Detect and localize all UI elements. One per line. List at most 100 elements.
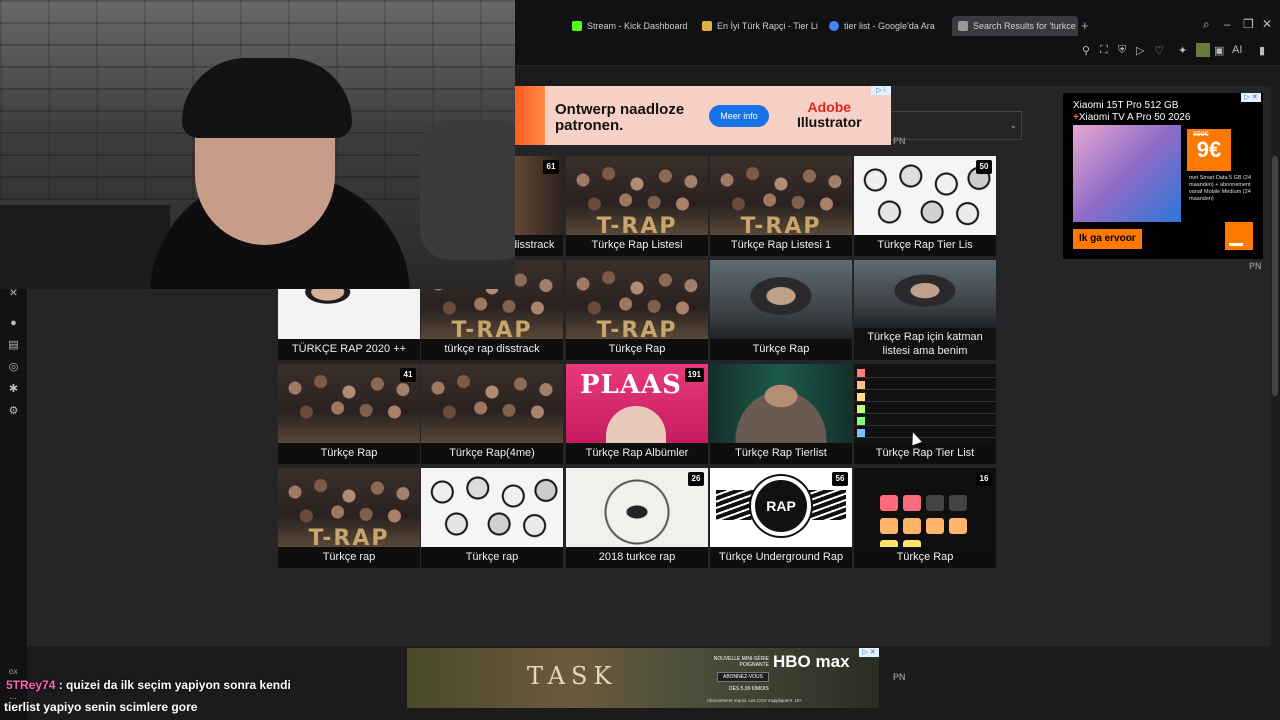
tiermaker-icon [702, 21, 712, 31]
play-icon[interactable]: ▷ [1136, 44, 1144, 57]
card-title: Türkçe Rap(4me) [421, 443, 563, 464]
sort-select[interactable]: ⌄ [891, 111, 1022, 140]
chat-separator: : [55, 678, 67, 692]
chat-text: quizei da ilk seçim yapiyon sonra kendi [66, 678, 291, 692]
adchoices-icon[interactable]: ▷ ✕ [1241, 93, 1261, 102]
thumbnail [710, 364, 852, 444]
thumbnail [421, 468, 563, 548]
ad-headline: Ontwerp naadloze patronen. [555, 101, 685, 134]
thumb-text: T-RAP [451, 318, 533, 343]
ad-xiaomi[interactable]: Xiaomi 15T Pro 512 GB +Xiaomi TV A Pro 5… [1063, 93, 1263, 259]
ad-old-price: 899€ [1193, 131, 1209, 138]
result-card[interactable]: RAP 56 Türkçe Underground Rap [710, 468, 852, 568]
item-count-badge: 61 [543, 160, 559, 174]
result-card[interactable]: T-RAP Türkçe rap [278, 468, 420, 568]
ad-small-print: met Smart Data 5 GB (24 maanden) + abonn… [1189, 175, 1252, 202]
heart-icon[interactable]: ♡ [1154, 44, 1164, 57]
ad-title-1: Xiaomi 15T Pro 512 GB [1073, 100, 1179, 111]
ad-tagline: NOUVELLE MINI-SÉRIE POIGNANTE [713, 656, 769, 668]
shield-icon[interactable]: ⛨ [1118, 44, 1126, 57]
tab-search-results[interactable]: Search Results for 'turkce [952, 16, 1078, 36]
ad-subscribe-button[interactable]: ABONNEZ-VOUS [717, 672, 769, 682]
ad-more-info-button[interactable]: Meer info [709, 105, 769, 127]
thumbnail [421, 364, 563, 444]
wallet-icon[interactable]: ▣ [1214, 44, 1224, 57]
chat-username: 5TRey74 [6, 678, 56, 692]
result-card[interactable]: 41 Türkçe Rap [278, 364, 420, 464]
ad-cta-button[interactable]: Ik ga ervoor [1073, 229, 1142, 249]
result-card[interactable]: Türkçe rap [421, 468, 563, 568]
chat-badge: GX [9, 670, 18, 676]
thumbnail: T-RAP [710, 156, 852, 239]
tab-tier-list-rappers[interactable]: En İyi Türk Rapçi - Tier Lis [702, 16, 818, 36]
result-card[interactable]: Türkçe Rap [710, 260, 852, 360]
pn-mark: PN [893, 672, 906, 682]
result-card[interactable]: Türkçe Rap Tierlist [710, 364, 852, 464]
kick-icon [572, 21, 582, 31]
result-card[interactable]: 50 Türkçe Rap Tier Lis [854, 156, 996, 256]
new-tab-button[interactable]: + [1081, 18, 1089, 33]
result-card[interactable]: Türkçe Rap için katman listesi ama benim [854, 260, 996, 360]
result-card[interactable]: 16 Türkçe Rap [854, 468, 996, 568]
close-icon[interactable]: ✕ [1262, 17, 1272, 31]
card-title: 2018 turkce rap [566, 547, 708, 568]
minimize-icon[interactable]: – [1224, 17, 1231, 31]
card-title: Türkçe Rap Tier Lis [854, 235, 996, 256]
streamer-cap [182, 58, 352, 138]
spotify-icon[interactable]: ● [7, 317, 20, 330]
ad-title: TASK [527, 662, 618, 690]
item-count-badge: 191 [684, 368, 704, 382]
thumb-face [606, 406, 666, 446]
scrollbar[interactable] [1270, 86, 1280, 646]
chat-overlay: GX 5TRey74 : quizei da ilk seçim yapiyon… [0, 668, 400, 720]
twitch-icon[interactable]: ▤ [7, 339, 20, 352]
history-icon[interactable]: ✱ [7, 383, 20, 396]
thumb-text: T-RAP [596, 318, 678, 343]
tab-google-search[interactable]: tier list - Google'da Ara [829, 16, 945, 36]
result-card[interactable]: T-RAP Türkçe Rap [566, 260, 708, 360]
orange-logo-icon [1225, 222, 1253, 250]
result-card[interactable]: Türkçe Rap Tier List [854, 364, 996, 464]
result-card[interactable]: T-RAP Türkçe Rap Listesi 1 [710, 156, 852, 256]
thumbnail: T-RAP [566, 156, 708, 239]
adchoices-icon[interactable]: ▷ ⁝ [871, 86, 891, 95]
chat-message-line2: tierlist yapiyo senin scimlere gore [4, 700, 198, 714]
search-icon[interactable]: ⌕ [1203, 17, 1210, 32]
thumbnail [566, 468, 708, 548]
settings-icon[interactable]: ⚙ [7, 405, 20, 418]
messenger-icon[interactable]: ◎ [7, 361, 20, 374]
wing-left [716, 490, 756, 520]
ad-brand: Adobe Illustrator [797, 100, 862, 130]
extension-icon[interactable]: ✦ [1178, 44, 1187, 57]
snapshot-icon[interactable]: ⛶ [1100, 44, 1108, 57]
result-card[interactable]: 26 2018 turkce rap [566, 468, 708, 568]
pn-mark: PN [893, 136, 906, 146]
pin-icon[interactable]: ⚲ [1082, 44, 1090, 57]
sidebar-toggle-icon[interactable]: ▮ [1259, 44, 1265, 57]
result-card[interactable]: T-RAP Türkçe Rap Listesi [566, 156, 708, 256]
tab-kick-dashboard[interactable]: Stream - Kick Dashboard [572, 16, 694, 36]
card-title: TÜRKÇE RAP 2020 ++ [278, 339, 420, 360]
ai-icon[interactable]: AI [1232, 44, 1242, 56]
ad-hbo-max[interactable]: TASK NOUVELLE MINI-SÉRIE POIGNANTE HBO m… [407, 648, 879, 708]
card-title: Türkçe Rap için katman listesi ama benim [854, 328, 996, 360]
thumbnail [854, 364, 996, 444]
card-title: Türkçe Rap Tier List [854, 443, 996, 464]
card-title: Türkçe rap [421, 547, 563, 568]
adchoices-icon[interactable]: ▷ ✕ [859, 648, 879, 657]
tab-label: En İyi Türk Rapçi - Tier Lis [717, 21, 818, 31]
logo-circle: RAP [751, 476, 811, 536]
maximize-icon[interactable]: ❐ [1243, 17, 1254, 31]
page-icon [958, 21, 968, 31]
thumbnail [854, 468, 996, 556]
card-title: Türkçe rap [278, 547, 420, 568]
result-card[interactable]: Türkçe Rap(4me) [421, 364, 563, 464]
scrollbar-thumb[interactable] [1272, 156, 1278, 396]
ad-adobe-illustrator[interactable]: Ontwerp naadloze patronen. Meer info Ado… [515, 86, 891, 145]
result-card[interactable]: PLAAS 191 Türkçe Rap Albümler [566, 364, 708, 464]
thumb-text: T-RAP [308, 526, 390, 551]
item-count-badge: 41 [400, 368, 416, 382]
product-image [1073, 125, 1181, 222]
ad-price: DÈS 5,99 €/MOIS [729, 686, 769, 692]
avatar-icon[interactable] [1196, 43, 1210, 57]
